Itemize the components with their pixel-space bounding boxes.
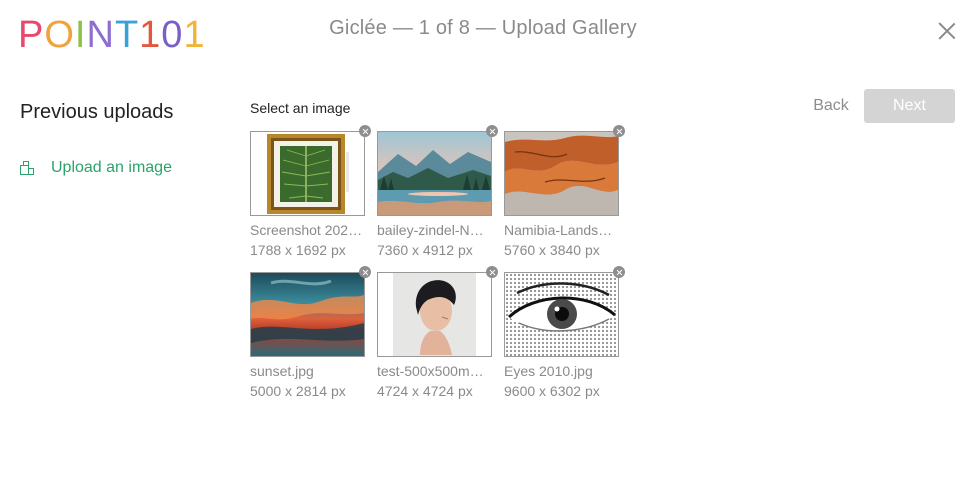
image-thumbnail[interactable] — [250, 272, 365, 357]
image-dimensions: 7360 x 4912 px — [377, 242, 473, 258]
image-dimensions: 9600 x 6302 px — [504, 383, 600, 399]
framed-leaf-image — [251, 132, 364, 215]
remove-image-button[interactable] — [359, 266, 371, 278]
next-button[interactable]: Next — [864, 89, 955, 123]
halftone-eye-image — [505, 273, 618, 356]
remove-image-button[interactable] — [613, 266, 625, 278]
image-filename: Namibia-Landsc… — [504, 222, 619, 238]
image-stack-icon — [20, 161, 34, 175]
image-dimensions: 5760 x 3840 px — [504, 242, 600, 258]
portrait-image — [378, 273, 491, 356]
image-filename: test-500x500m… — [377, 363, 484, 379]
sidebar-title: Previous uploads — [20, 101, 174, 123]
image-tile[interactable]: bailey-zindel-N… 7360 x 4912 px — [377, 125, 498, 258]
image-filename: Eyes 2010.jpg — [504, 363, 593, 379]
image-dimensions: 1788 x 1692 px — [250, 242, 346, 258]
image-tile[interactable]: Screenshot 202… 1788 x 1692 px — [250, 125, 371, 258]
image-filename: sunset.jpg — [250, 363, 314, 379]
remove-image-button[interactable] — [486, 266, 498, 278]
remove-image-button[interactable] — [359, 125, 371, 137]
image-thumbnail[interactable] — [504, 131, 619, 216]
sunset-painting-image — [251, 273, 364, 356]
upload-image-label: Upload an image — [51, 159, 172, 176]
close-icon[interactable] — [938, 22, 956, 40]
back-button[interactable]: Back — [808, 89, 854, 123]
remove-image-button[interactable] — [613, 125, 625, 137]
image-thumbnail[interactable] — [377, 272, 492, 357]
image-filename: bailey-zindel-N… — [377, 222, 484, 238]
page-title: Giclée — 1 of 8 — Upload Gallery — [329, 17, 637, 39]
select-image-label: Select an image — [250, 100, 351, 116]
image-dimensions: 5000 x 2814 px — [250, 383, 346, 399]
remove-image-button[interactable] — [486, 125, 498, 137]
desert-dunes-image — [505, 132, 618, 215]
image-thumbnail[interactable] — [504, 272, 619, 357]
upload-image-link[interactable]: Upload an image — [20, 159, 172, 177]
image-tile[interactable]: Eyes 2010.jpg 9600 x 6302 px — [504, 266, 625, 399]
image-tile[interactable]: sunset.jpg 5000 x 2814 px — [250, 266, 371, 399]
mountain-lake-image — [378, 132, 491, 215]
image-tile[interactable]: test-500x500m… 4724 x 4724 px — [377, 266, 498, 399]
image-filename: Screenshot 202… — [250, 222, 363, 238]
image-thumbnail[interactable] — [377, 131, 492, 216]
image-dimensions: 4724 x 4724 px — [377, 383, 473, 399]
image-tile[interactable]: Namibia-Landsc… 5760 x 3840 px — [504, 125, 625, 258]
image-thumbnail[interactable] — [250, 131, 365, 216]
